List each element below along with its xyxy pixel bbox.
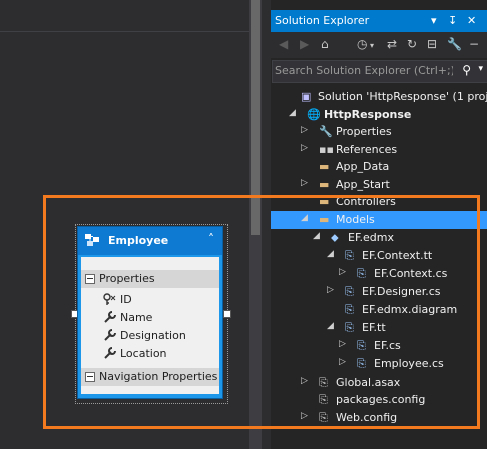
tree-item[interactable]: ▷ ▪▪ References	[271, 141, 487, 159]
back-icon[interactable]: ◀	[279, 37, 288, 51]
history-icon[interactable]: ◷	[357, 37, 367, 51]
collapsed-arrow-icon[interactable]: ▷	[301, 143, 308, 153]
tree-item[interactable]: ▬ App_Data	[271, 158, 487, 176]
sync-icon[interactable]: ⇄	[387, 37, 397, 51]
references-icon: ▪▪	[319, 143, 334, 156]
tree-item-label: App_Start	[336, 178, 390, 191]
folder-icon: ▬	[319, 160, 330, 173]
search-icon[interactable]: ⚲	[462, 63, 471, 77]
solution-icon: ▣	[301, 90, 312, 103]
web-project-icon: 🌐	[307, 108, 321, 121]
tree-item[interactable]: ▣ Solution 'HttpResponse' (1 projec	[271, 88, 487, 106]
pin-icon[interactable]: ↧	[448, 14, 457, 27]
tree-item-label: Solution 'HttpResponse' (1 projec	[318, 90, 487, 103]
chevron-down-icon[interactable]: ▾	[370, 41, 374, 50]
wrench-icon: 🔧	[319, 125, 333, 138]
tree-item-label: References	[336, 143, 398, 156]
panel-title: Solution Explorer	[275, 14, 370, 27]
tree-item-label: Properties	[336, 125, 392, 138]
tree-item[interactable]: ◢ 🌐 HttpResponse	[271, 106, 487, 124]
close-icon[interactable]: ✕	[467, 14, 476, 27]
highlight-annotation-box	[43, 195, 480, 429]
tree-item[interactable]: ▷ 🔧 Properties	[271, 123, 487, 141]
tree-item-label: HttpResponse	[324, 108, 412, 121]
search-box[interactable]: ⚲ ▾	[272, 60, 487, 83]
home-icon[interactable]: ⌂	[321, 37, 329, 51]
expanded-arrow-icon[interactable]: ◢	[289, 108, 296, 118]
collapse-all-icon[interactable]: ⊟	[427, 37, 437, 51]
forward-icon[interactable]: ▶	[300, 37, 309, 51]
collapsed-arrow-icon[interactable]: ▷	[301, 125, 308, 135]
dropdown-arrow-icon[interactable]: ▾	[431, 14, 437, 27]
search-input[interactable]	[275, 63, 453, 78]
collapsed-arrow-icon[interactable]: ▷	[301, 178, 308, 188]
tree-item-label: App_Data	[336, 160, 390, 173]
tree-item[interactable]: ▷ ▬ App_Start	[271, 176, 487, 194]
folder-icon: ▬	[319, 178, 330, 191]
solution-explorer-titlebar[interactable]: Solution Explorer ▾ ↧ ✕	[271, 10, 487, 32]
toolbar-minus-icon[interactable]: −	[469, 37, 479, 51]
search-options-dropdown-icon[interactable]: ▾	[478, 64, 483, 74]
designer-divider	[0, 31, 262, 32]
refresh-icon[interactable]: ↻	[407, 37, 417, 51]
properties-icon[interactable]: 🔧	[447, 37, 462, 51]
solution-explorer-toolbar: ◀ ▶ ⌂ ◷ ▾ ⇄ ↻ ⊟ 🔧 −	[271, 32, 487, 58]
